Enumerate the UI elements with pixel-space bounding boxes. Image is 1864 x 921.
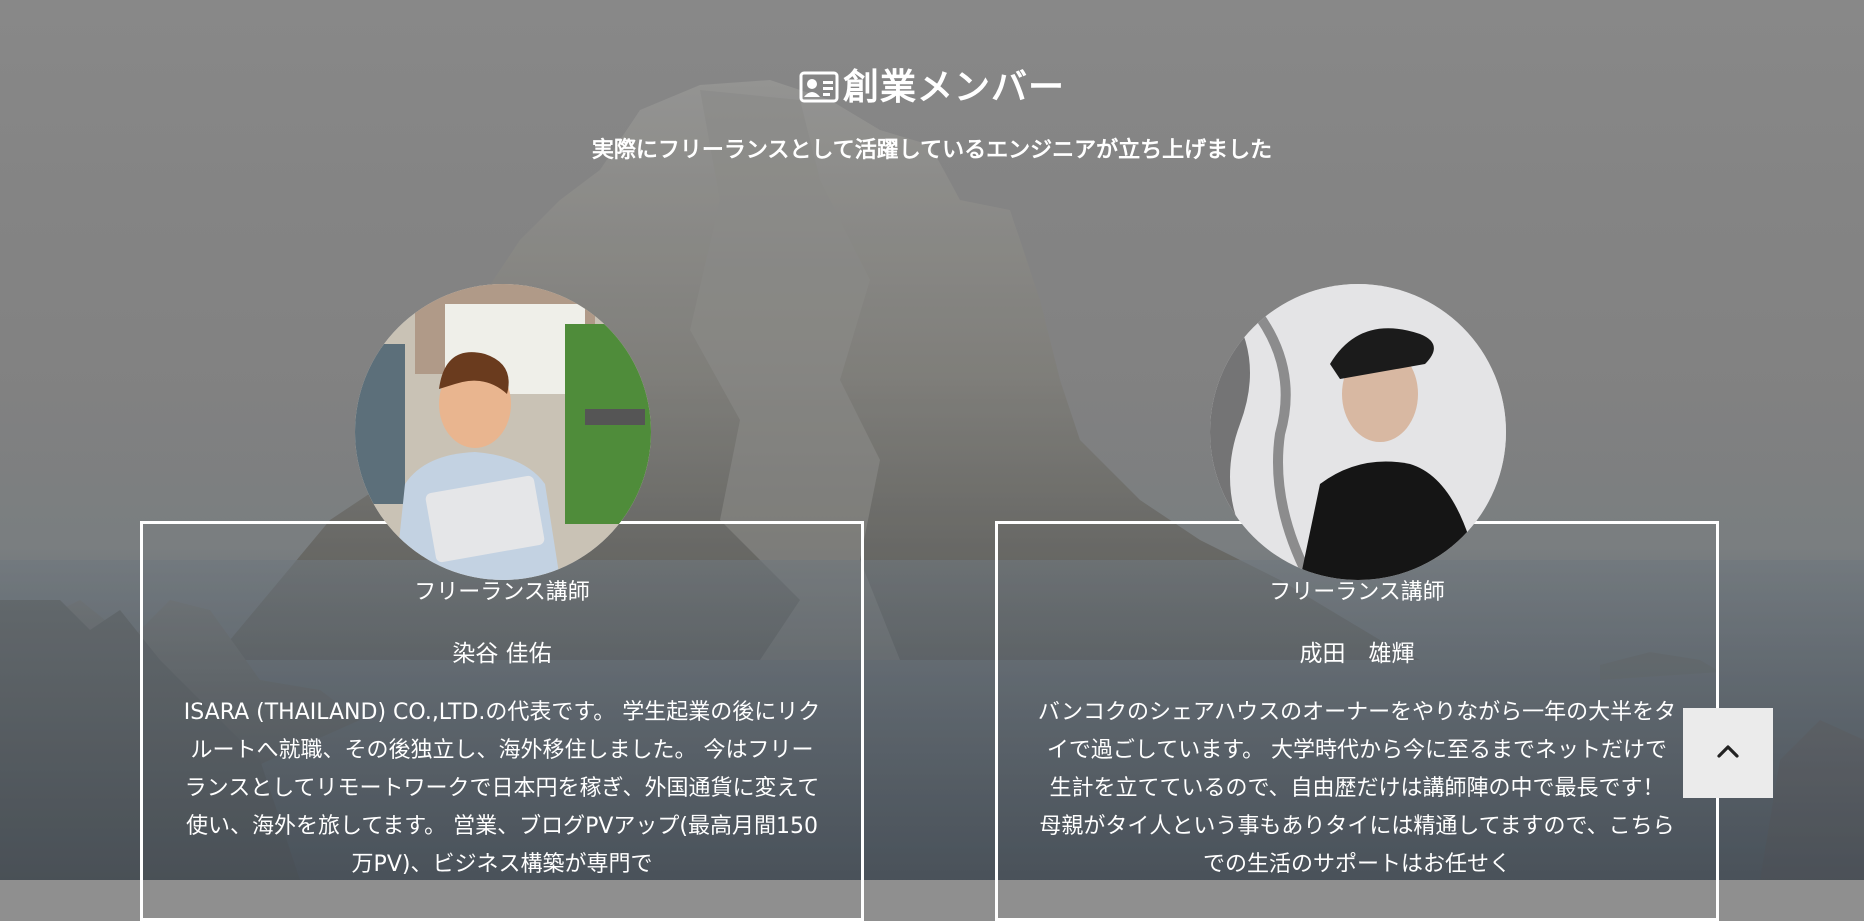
member-1-name: 染谷 佳佑 — [452, 641, 552, 667]
scroll-to-top-button[interactable] — [1683, 708, 1773, 798]
avatar-member-1 — [355, 284, 651, 580]
avatar-member-2 — [1210, 284, 1506, 580]
id-card-icon — [799, 71, 839, 112]
member-2-bio: バンコクのシェアハウスのオーナーをやりながら一年の大半をタイで過ごしています。 … — [1037, 700, 1677, 877]
member-1-role: フリーランス講師 — [414, 580, 590, 605]
section-title-text: 創業メンバー — [842, 67, 1065, 109]
section-title: 創業メンバー — [0, 58, 1864, 112]
section-subtitle: 実際にフリーランスとして活躍しているエンジニアが立ち上げました — [591, 138, 1273, 163]
member-1-bio: ISARA (THAILAND) CO.,LTD.の代表です。 学生起業の後にリ… — [183, 700, 821, 877]
member-2-role: フリーランス講師 — [1269, 580, 1445, 605]
chevron-up-icon — [1716, 743, 1740, 763]
member-2-name: 成田 雄輝 — [1299, 641, 1415, 667]
